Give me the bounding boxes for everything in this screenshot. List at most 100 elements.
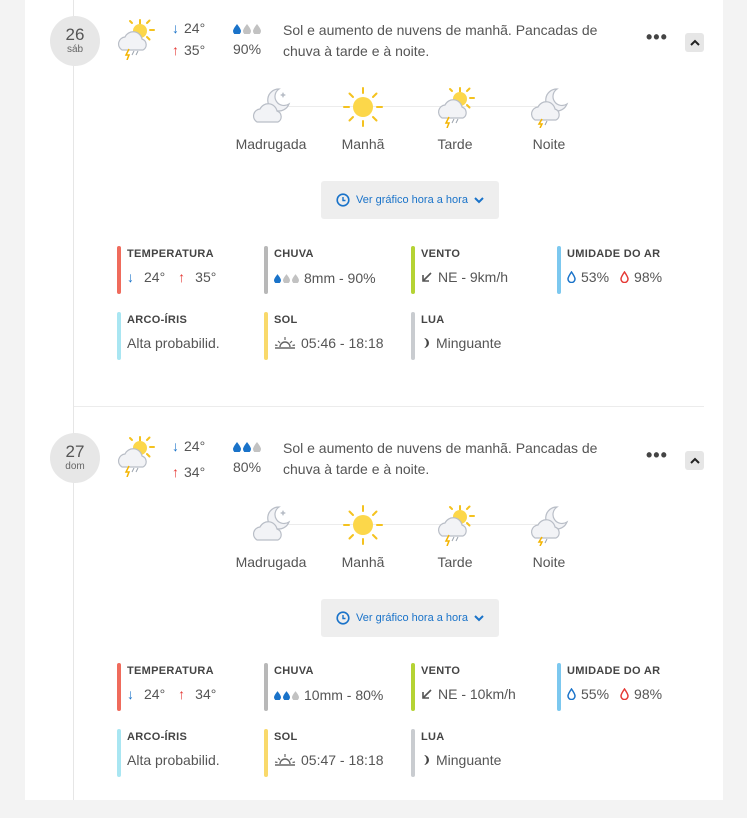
period-manha: Manhã <box>318 504 408 570</box>
humidity-max-icon <box>620 688 629 700</box>
day-number: 27 <box>65 442 85 461</box>
humidity-max: 98% <box>634 686 663 702</box>
day-periods: Madrugada Manhã Tarde Noite <box>230 504 590 574</box>
arrow-down-icon: ↓ <box>172 438 179 454</box>
chevron-down-icon <box>474 196 484 203</box>
stat-value: 05:47 - 18:18 <box>274 752 384 768</box>
stat-title: CHUVA <box>274 248 314 260</box>
stat-value: Minguante <box>421 752 501 768</box>
humidity-max-icon <box>620 271 629 283</box>
period-label: Tarde <box>437 136 473 152</box>
period-label: Tarde <box>437 554 473 570</box>
stat-umidade: UMIDADE DO AR 55% 98% <box>557 663 662 711</box>
day-summary: Sol e aumento de nuvens de manhã. Pancad… <box>283 440 598 477</box>
stat-value: Minguante <box>421 335 501 351</box>
moon-phase: Minguante <box>436 752 502 768</box>
temp-min: 24° <box>144 269 166 285</box>
wind-direction-icon <box>422 272 432 282</box>
moon-waning-icon <box>424 338 429 348</box>
stat-title: LUA <box>421 314 445 326</box>
stat-value: ↓ 24° ↑ 34° <box>127 686 216 702</box>
day-forecast: 27 dom ↓ 24° ↑ 34° 80% Sol e aumento de nu… <box>0 418 747 818</box>
chevron-up-icon <box>689 39 700 46</box>
moon-cloud-icon <box>252 506 291 541</box>
stat-color-bar <box>117 729 121 777</box>
moon-cloud-storm-icon <box>530 88 569 128</box>
stat-sol: SOL 05:47 - 18:18 <box>264 729 384 777</box>
rain-prob-value: 90% <box>233 41 262 57</box>
sun-cloud-storm-icon <box>437 87 475 128</box>
stat-color-bar <box>117 312 121 360</box>
stat-title: ARCO-ÍRIS <box>127 314 188 326</box>
day-forecast: 26 sáb ↓ 24° ↑ 35° 90% Sol e aumento de nu… <box>0 0 747 400</box>
more-options-icon[interactable]: ••• <box>646 28 668 46</box>
moon-cloud-icon <box>252 88 291 123</box>
clock-icon <box>336 611 350 625</box>
arrow-up-icon: ↑ <box>178 686 186 702</box>
stat-title: SOL <box>274 314 298 326</box>
more-options-icon[interactable]: ••• <box>646 446 668 464</box>
stat-title: VENTO <box>421 248 461 260</box>
sunrise-icon <box>274 754 296 766</box>
stat-title: LUA <box>421 731 445 743</box>
rain-prob-value: 80% <box>233 459 262 475</box>
stat-value: 8mm - 90% <box>274 269 376 287</box>
moon-waning-icon <box>424 755 429 765</box>
temp-min: 24° <box>144 686 166 702</box>
rain-drops-icon <box>274 686 299 704</box>
arrow-down-icon: ↓ <box>127 686 134 702</box>
collapse-button[interactable] <box>685 33 704 52</box>
sun-cloud-storm-icon <box>437 505 475 546</box>
wind-direction-icon <box>422 689 432 699</box>
stat-title: TEMPERATURA <box>127 248 214 260</box>
stat-chuva: CHUVA 10mm - 80% <box>264 663 383 711</box>
hourly-chart-button[interactable]: Ver gráfico hora a hora <box>321 599 499 637</box>
moon-cloud-storm-icon <box>530 506 569 546</box>
stat-color-bar <box>411 246 415 294</box>
hourly-chart-button[interactable]: Ver gráfico hora a hora <box>321 181 499 219</box>
stat-title: ARCO-ÍRIS <box>127 731 188 743</box>
period-label: Manhã <box>341 136 385 152</box>
stat-title: CHUVA <box>274 665 314 677</box>
stat-lua: LUA Minguante <box>411 729 501 777</box>
stat-color-bar <box>411 663 415 711</box>
rain-probability: 90% <box>233 20 261 57</box>
day-weekday: dom <box>65 461 85 472</box>
period-tarde: Tarde <box>410 86 500 152</box>
stat-sol: SOL 05:46 - 18:18 <box>264 312 384 360</box>
stat-vento: VENTO NE - 10km/h <box>411 663 516 711</box>
sun-icon <box>343 505 383 545</box>
chevron-down-icon <box>474 614 484 621</box>
rainbow-value: Alta probabilid. <box>127 752 220 768</box>
temp-max: 34° <box>195 686 217 702</box>
stat-color-bar <box>411 729 415 777</box>
humidity-min-icon <box>567 688 576 700</box>
day-number: 26 <box>65 25 85 44</box>
stat-color-bar <box>557 246 561 294</box>
chevron-up-icon <box>689 457 700 464</box>
stat-color-bar <box>264 663 268 711</box>
sun-cloud-storm-icon <box>117 436 155 477</box>
rain-value: 10mm - 80% <box>304 687 384 703</box>
period-tarde: Tarde <box>410 504 500 570</box>
stat-title: UMIDADE DO AR <box>567 665 661 677</box>
stat-value: 55% 98% <box>567 686 662 702</box>
period-madrugada: Madrugada <box>226 86 316 152</box>
stat-vento: VENTO NE - 9km/h <box>411 246 508 294</box>
sun-icon <box>343 87 383 127</box>
arrow-up-icon: ↑ <box>172 42 179 58</box>
period-noite: Noite <box>504 86 594 152</box>
period-manha: Manhã <box>318 86 408 152</box>
period-label: Manhã <box>341 554 385 570</box>
stat-color-bar <box>117 663 121 711</box>
period-label: Madrugada <box>235 554 307 570</box>
humidity-max: 98% <box>634 269 663 285</box>
arrow-up-icon: ↑ <box>172 464 179 480</box>
day-badge: 26 sáb <box>50 16 100 66</box>
humidity-min: 53% <box>581 269 610 285</box>
stat-umidade: UMIDADE DO AR 53% 98% <box>557 246 662 294</box>
collapse-button[interactable] <box>685 451 704 470</box>
stat-lua: LUA Minguante <box>411 312 501 360</box>
rain-drops-icon <box>233 20 261 38</box>
day-temps: ↓ 24° ↑ 35° <box>172 18 205 62</box>
